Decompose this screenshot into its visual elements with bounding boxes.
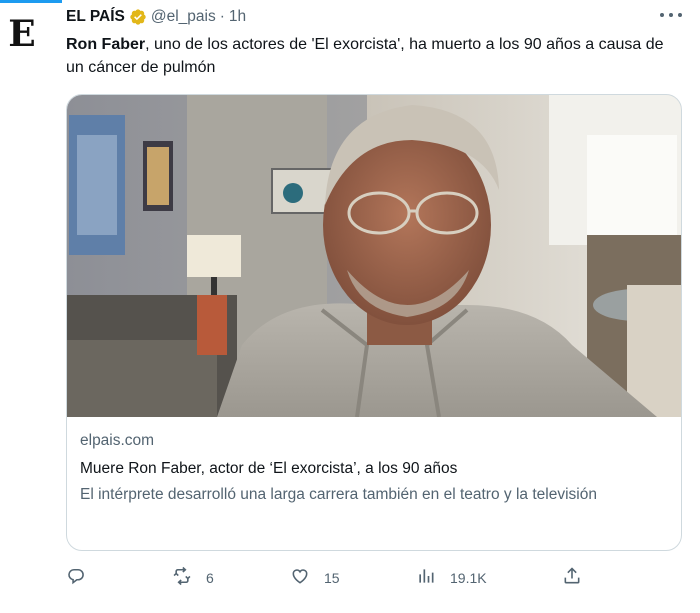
verified-badge-icon[interactable] (129, 8, 147, 26)
tweet-time[interactable]: 1h (229, 8, 246, 26)
like-button[interactable]: 15 (290, 566, 340, 589)
author-handle[interactable]: @el_pais (151, 8, 216, 26)
tweet-text-bold: Ron Faber (66, 36, 146, 53)
like-icon (290, 566, 310, 589)
share-button[interactable] (562, 566, 582, 589)
card-domain[interactable]: elpais.com (80, 430, 670, 452)
card-meta: elpais.com Muere Ron Faber, actor de ‘El… (80, 430, 670, 506)
header-separator: · (219, 8, 225, 25)
reply-icon (66, 566, 86, 589)
author-name[interactable]: EL PAÍS (66, 8, 125, 26)
tweet-text-rest: , uno de los actores de 'El exorcista', … (66, 36, 664, 76)
top-accent-bar (0, 0, 62, 3)
views-button[interactable]: 19.1K (416, 566, 487, 589)
retweet-icon (172, 566, 192, 589)
views-count: 19.1K (450, 569, 487, 586)
share-icon (562, 566, 582, 589)
like-count: 15 (324, 569, 340, 586)
card-description: El intérprete desarrolló una larga carre… (80, 486, 597, 503)
tweet-actions: 6 15 19.1K (66, 566, 586, 590)
retweet-count: 6 (206, 569, 214, 586)
tweet-text: Ron Faber, uno de los actores de 'El exo… (66, 33, 676, 79)
more-options-icon[interactable] (660, 8, 682, 22)
views-icon (416, 566, 436, 589)
retweet-button[interactable]: 6 (172, 566, 214, 589)
card-photo[interactable] (67, 95, 681, 417)
reply-button[interactable] (66, 566, 100, 589)
link-card[interactable]: elpais.com Muere Ron Faber, actor de ‘El… (66, 94, 682, 551)
avatar[interactable]: E (6, 12, 38, 56)
card-title[interactable]: Muere Ron Faber, actor de ‘El exorcista’… (80, 458, 670, 480)
tweet-header: EL PAÍS @el_pais · 1h (66, 6, 246, 28)
